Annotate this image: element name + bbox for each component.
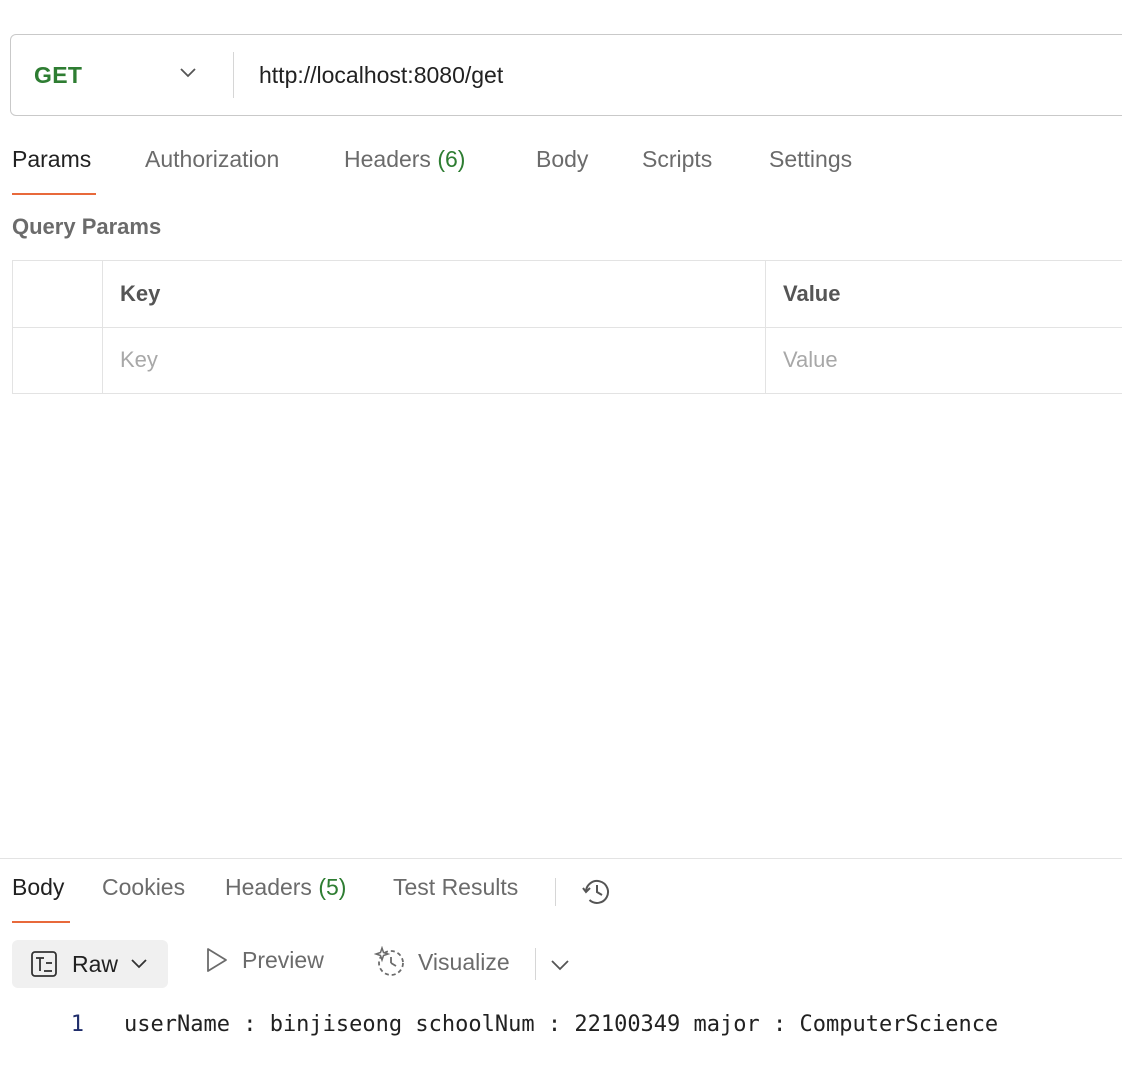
tab-label: Test Results — [393, 874, 519, 900]
url-input[interactable]: http://localhost:8080/get — [234, 62, 503, 89]
tab-label: Settings — [769, 146, 853, 172]
response-body-text: userName : binjiseong schoolNum : 221003… — [124, 1011, 999, 1037]
tab-body[interactable]: Body — [536, 146, 588, 173]
query-params-title: Query Params — [12, 214, 162, 239]
value-column-header: Value — [783, 281, 841, 306]
tab-settings[interactable]: Settings — [769, 146, 852, 173]
key-input[interactable]: Key — [103, 327, 766, 393]
tab-label: Body — [536, 146, 589, 172]
preview-button[interactable]: Preview — [204, 946, 324, 974]
history-icon[interactable] — [580, 875, 614, 909]
line-number: 1 — [70, 1011, 84, 1037]
checkbox-column-header — [13, 261, 103, 327]
chevron-down-icon — [180, 68, 196, 78]
format-label: Raw — [72, 950, 119, 977]
table-row: Key Value — [13, 327, 1122, 393]
tab-label: Headers — [344, 146, 431, 172]
play-icon — [207, 948, 227, 972]
response-pane-divider[interactable] — [0, 858, 1122, 859]
request-bar: GET http://localhost:8080/get — [10, 34, 1122, 116]
tab-label: Scripts — [642, 146, 713, 172]
active-tab-indicator — [12, 193, 96, 195]
active-tab-indicator — [12, 921, 70, 923]
toolbar-separator — [535, 948, 536, 980]
headers-count: (6) — [437, 146, 466, 172]
tab-params[interactable]: Params — [12, 146, 91, 173]
tab-label: Params — [12, 146, 92, 172]
format-dropdown[interactable]: Raw — [12, 940, 168, 988]
value-input[interactable]: Value — [766, 327, 1122, 393]
method-label: GET — [34, 61, 83, 88]
chevron-down-icon[interactable] — [550, 958, 570, 972]
chevron-down-icon — [131, 959, 147, 969]
tab-label: Body — [12, 874, 65, 900]
method-selector[interactable]: GET — [11, 35, 233, 115]
response-tab-test-results[interactable]: Test Results — [393, 874, 518, 901]
tab-label: Headers — [225, 874, 312, 900]
response-tab-headers[interactable]: Headers (5) — [225, 874, 346, 901]
response-tab-body[interactable]: Body — [12, 874, 64, 901]
table-header-row: Key Value — [13, 261, 1122, 328]
preview-label: Preview — [242, 946, 324, 973]
tab-label: Cookies — [102, 874, 186, 900]
tabs-separator — [555, 878, 556, 906]
response-body-line: 1 userName : binjiseong schoolNum : 2210… — [0, 1006, 998, 1042]
response-tab-cookies[interactable]: Cookies — [102, 874, 185, 901]
tab-label: Authorization — [145, 146, 280, 172]
sparkle-icon — [374, 946, 404, 976]
request-tabs: Params Authorization Headers (6) Body Sc… — [12, 146, 912, 196]
tab-headers[interactable]: Headers (6) — [344, 146, 465, 173]
headers-count: (5) — [318, 874, 347, 900]
visualize-label: Visualize — [418, 948, 510, 975]
text-format-icon — [31, 951, 57, 977]
tab-scripts[interactable]: Scripts — [642, 146, 712, 173]
tab-authorization[interactable]: Authorization — [145, 146, 279, 173]
row-checkbox-cell — [13, 327, 103, 393]
key-column-header: Key — [103, 261, 766, 327]
query-params-table: Key Value Key Value — [12, 260, 1122, 394]
visualize-button[interactable]: Visualize — [374, 946, 510, 978]
